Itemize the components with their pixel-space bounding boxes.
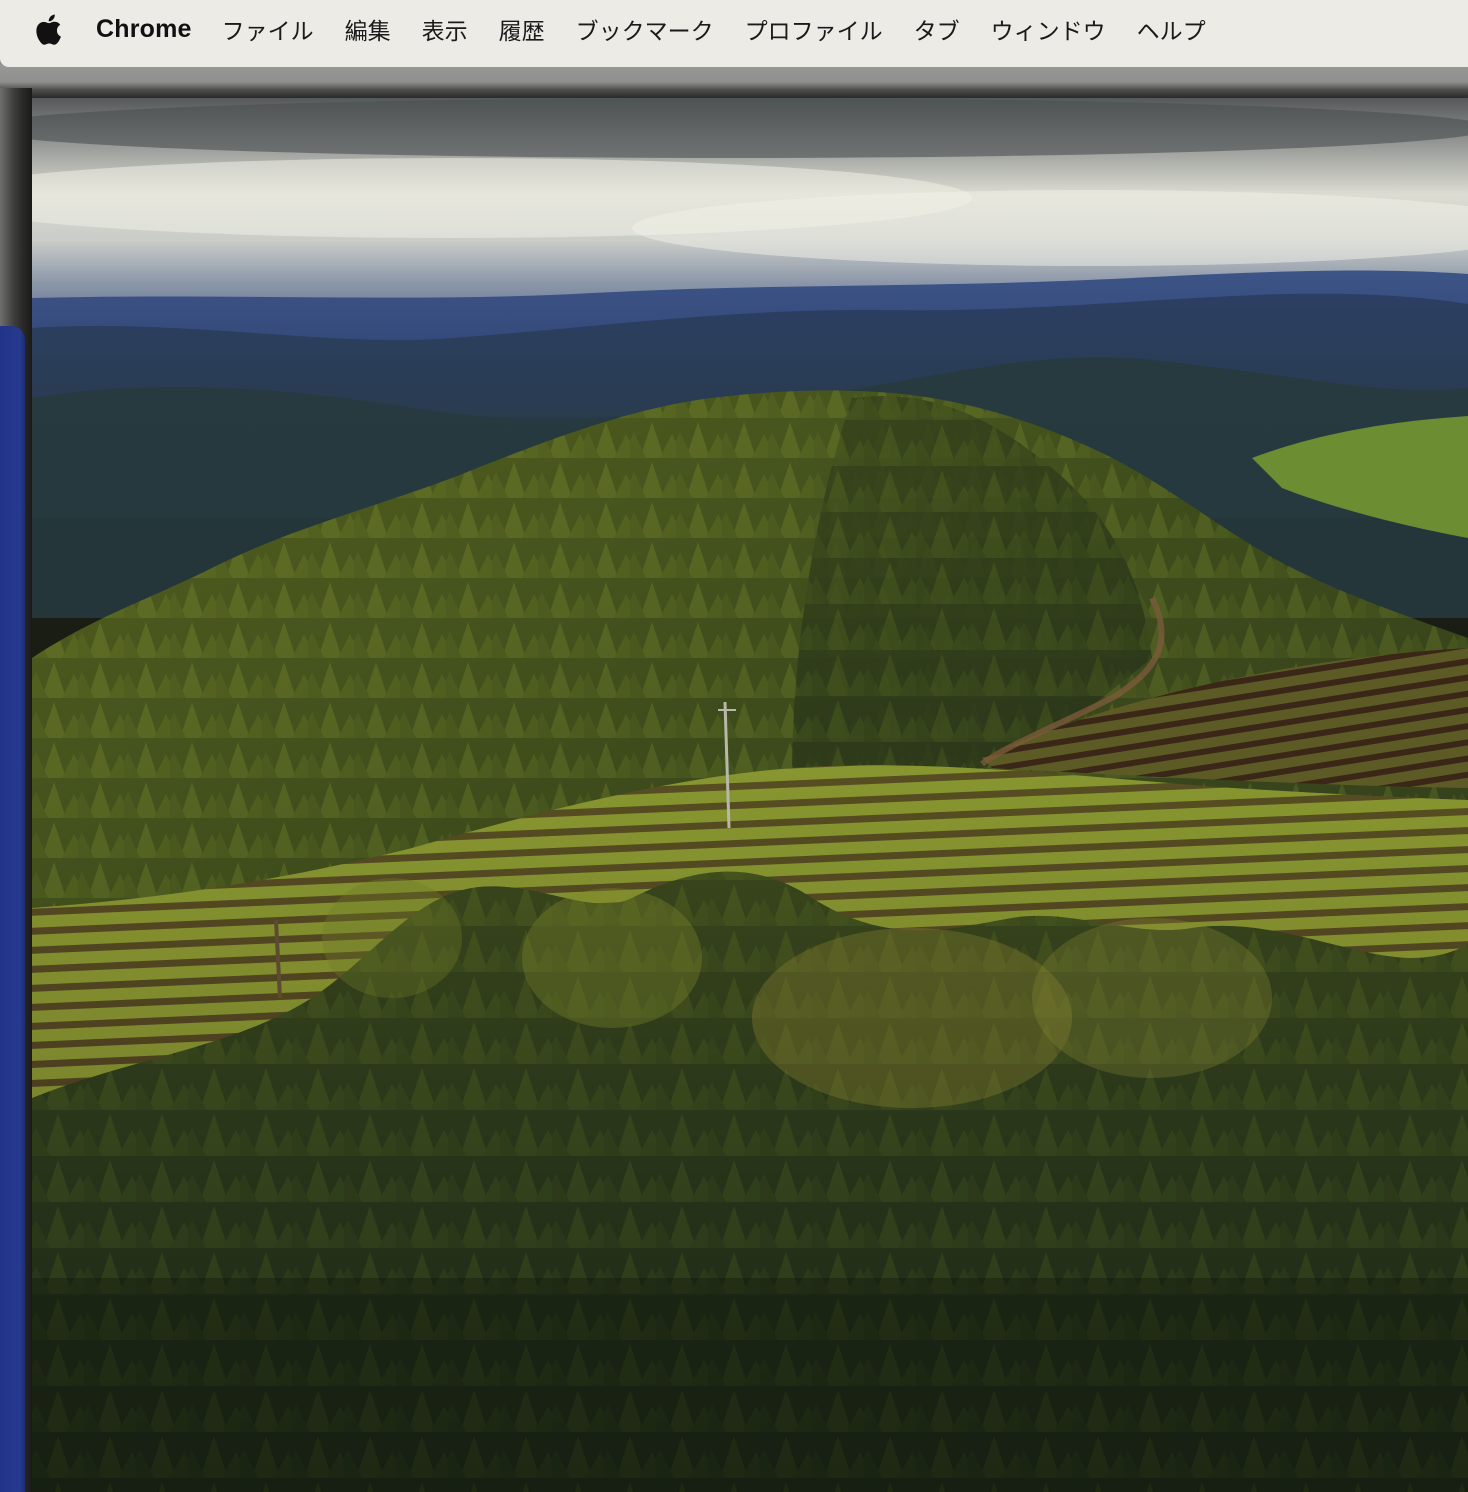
menu-profiles[interactable]: プロファイル (745, 12, 883, 46)
landscape-photo (32, 98, 1468, 1492)
menu-app-name[interactable]: Chrome (96, 15, 192, 44)
menu-tab[interactable]: タブ (914, 12, 960, 46)
window-top-edge (0, 58, 1468, 67)
menu-file[interactable]: ファイル (222, 12, 314, 46)
menu-history[interactable]: 履歴 (499, 12, 545, 46)
menu-bookmarks[interactable]: ブックマーク (576, 12, 714, 46)
menu-view[interactable]: 表示 (422, 12, 468, 46)
landscape-illustration (32, 98, 1468, 1492)
menu-window[interactable]: ウィンドウ (991, 12, 1106, 46)
side-panel-blue (0, 326, 25, 1492)
menu-edit[interactable]: 編集 (345, 12, 391, 46)
menu-help[interactable]: ヘルプ (1137, 12, 1206, 46)
apple-logo-icon[interactable] (32, 11, 64, 47)
macos-menu-bar: Chrome ファイル 編集 表示 履歴 ブックマーク プロファイル タブ ウィ… (0, 0, 1468, 58)
apple-logo-glyph (36, 13, 61, 45)
